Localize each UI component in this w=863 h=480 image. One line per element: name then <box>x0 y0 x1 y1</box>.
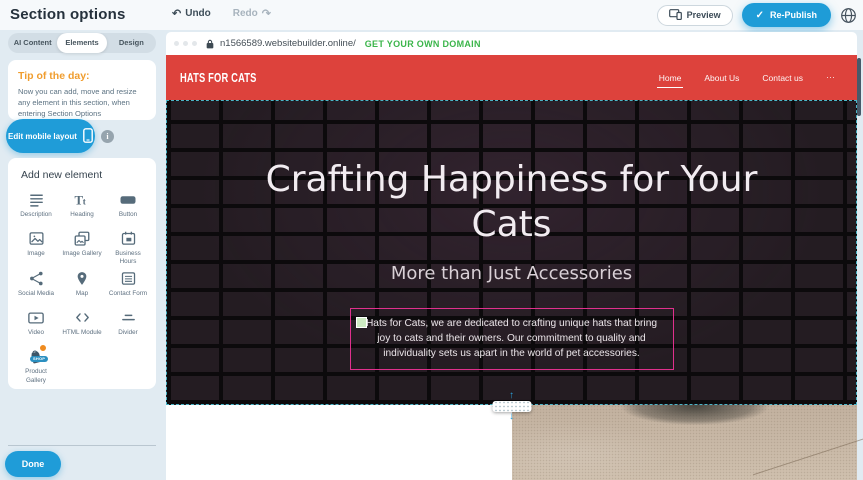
republish-label: Re-Publish <box>770 10 817 20</box>
product-gallery-icon: SHOP <box>26 347 46 366</box>
element-item-business-hours[interactable]: Business Hours <box>105 229 151 266</box>
element-item-heading[interactable]: Tt Heading <box>59 190 105 226</box>
element-item-html-module[interactable]: HTML Module <box>59 308 105 344</box>
image-icon <box>28 229 45 248</box>
language-globe-button[interactable] <box>840 7 857 24</box>
topbar-actions: Preview ✓ Re-Publish <box>657 3 857 27</box>
browser-bar: n1566589.websitebuilder.online/ GET YOUR… <box>166 32 857 55</box>
redo-label: Redo <box>233 8 258 19</box>
description-icon <box>28 190 45 209</box>
element-item-button[interactable]: Button <box>105 190 151 226</box>
element-item-video[interactable]: Video <box>13 308 59 344</box>
element-item-divider[interactable]: Divider <box>105 308 151 344</box>
button-icon <box>119 190 137 209</box>
shop-badge: SHOP <box>30 356 48 362</box>
element-item-image[interactable]: Image <box>13 229 59 266</box>
contact-form-icon <box>120 269 137 288</box>
site-header[interactable]: HATS FOR CATS Home About Us Contact us ⋯ <box>166 55 857 100</box>
nav-more-icon[interactable]: ⋯ <box>824 67 837 88</box>
tip-body: Now you can add, move and resize any ele… <box>18 86 146 119</box>
floor-seam-line <box>753 436 863 476</box>
preview-button[interactable]: Preview <box>657 5 733 26</box>
social-media-icon <box>28 269 45 288</box>
arrow-down-icon: ↓ <box>509 413 514 421</box>
devices-icon <box>669 9 682 22</box>
phone-icon <box>83 128 93 145</box>
divider-icon <box>120 308 137 327</box>
svg-text:t: t <box>83 196 86 206</box>
edit-mobile-layout-button[interactable]: Edit mobile layout <box>6 119 95 153</box>
element-item-description[interactable]: Description <box>13 190 59 226</box>
done-button[interactable]: Done <box>5 451 61 477</box>
edit-mobile-label: Edit mobile layout <box>8 132 77 141</box>
site-preview-pane: n1566589.websitebuilder.online/ GET YOUR… <box>166 30 857 480</box>
hero-title[interactable]: Crafting Happiness for Your Cats <box>232 101 792 248</box>
tip-of-the-day-card: Tip of the day: Now you can add, move an… <box>8 60 156 120</box>
tab-elements[interactable]: Elements <box>57 33 106 53</box>
floor-photo <box>512 405 857 480</box>
republish-button[interactable]: ✓ Re-Publish <box>742 3 831 27</box>
scrollbar-thumb[interactable] <box>857 58 861 116</box>
get-domain-link[interactable]: GET YOUR OWN DOMAIN <box>365 39 481 49</box>
business-hours-icon <box>120 229 137 248</box>
hero-subtitle[interactable]: More than Just Accessories <box>167 263 856 284</box>
element-item-image-gallery[interactable]: Image Gallery <box>59 229 105 266</box>
lock-icon <box>206 39 214 49</box>
heading-icon: Tt <box>73 190 91 209</box>
browser-dot <box>174 41 179 46</box>
section-options-panel: AI Content Elements Design Tip of the da… <box>0 30 166 480</box>
check-icon: ✓ <box>756 10 764 21</box>
element-item-product-gallery[interactable]: SHOP Product Gallery <box>13 347 59 384</box>
tab-design[interactable]: Design <box>107 33 156 53</box>
undo-label: Undo <box>185 8 211 19</box>
element-grid: Description Tt Heading Button Image <box>13 190 151 385</box>
site-nav: Home About Us Contact us ⋯ <box>657 55 837 100</box>
element-item-map[interactable]: Map <box>59 269 105 305</box>
panel-divider <box>8 445 156 446</box>
add-element-card: Add new element Description Tt Heading B… <box>8 158 156 389</box>
redo-icon: ↷ <box>262 9 271 19</box>
image-gallery-icon <box>73 229 91 248</box>
tab-ai-content[interactable]: AI Content <box>8 33 57 53</box>
nav-item-about-us[interactable]: About Us <box>702 68 741 88</box>
nav-item-home[interactable]: Home <box>657 68 684 88</box>
page-title: Section options <box>10 6 126 23</box>
arrow-up-icon: ↑ <box>509 392 514 400</box>
html-module-icon <box>74 308 91 327</box>
topbar: Section options ↶ Undo Redo ↷ Preview ✓ … <box>0 0 863 30</box>
section-resize-handle[interactable]: ↑ ↓ <box>492 392 531 421</box>
undo-button[interactable]: ↶ Undo <box>172 8 211 19</box>
element-item-social-media[interactable]: Social Media <box>13 269 59 305</box>
browser-dot <box>192 41 197 46</box>
info-icon[interactable]: i <box>101 130 114 143</box>
site-url: n1566589.websitebuilder.online/ <box>220 38 356 49</box>
hero-paragraph-element[interactable]: Hats for Cats, we are dedicated to craft… <box>350 308 674 370</box>
video-icon <box>27 308 45 327</box>
undo-icon: ↶ <box>172 9 181 19</box>
element-item-contact-form[interactable]: Contact Form <box>105 269 151 305</box>
preview-label: Preview <box>687 10 721 20</box>
browser-dots <box>174 41 197 46</box>
redo-button[interactable]: Redo ↷ <box>233 8 271 19</box>
hero-section-selected[interactable]: Crafting Happiness for Your Cats More th… <box>166 100 857 405</box>
nav-item-contact-us[interactable]: Contact us <box>760 68 805 88</box>
add-element-title: Add new element <box>13 169 151 181</box>
site-logo: HATS FOR CATS <box>180 70 257 85</box>
undo-redo-group: ↶ Undo Redo ↷ <box>172 8 271 19</box>
map-pin-icon <box>74 269 90 288</box>
hero-paragraph-text: Hats for Cats, we are dedicated to craft… <box>366 318 657 360</box>
browser-dot <box>183 41 188 46</box>
panel-tabs: AI Content Elements Design <box>8 33 156 53</box>
element-drag-handle[interactable] <box>356 317 367 328</box>
tip-title: Tip of the day: <box>18 70 146 82</box>
